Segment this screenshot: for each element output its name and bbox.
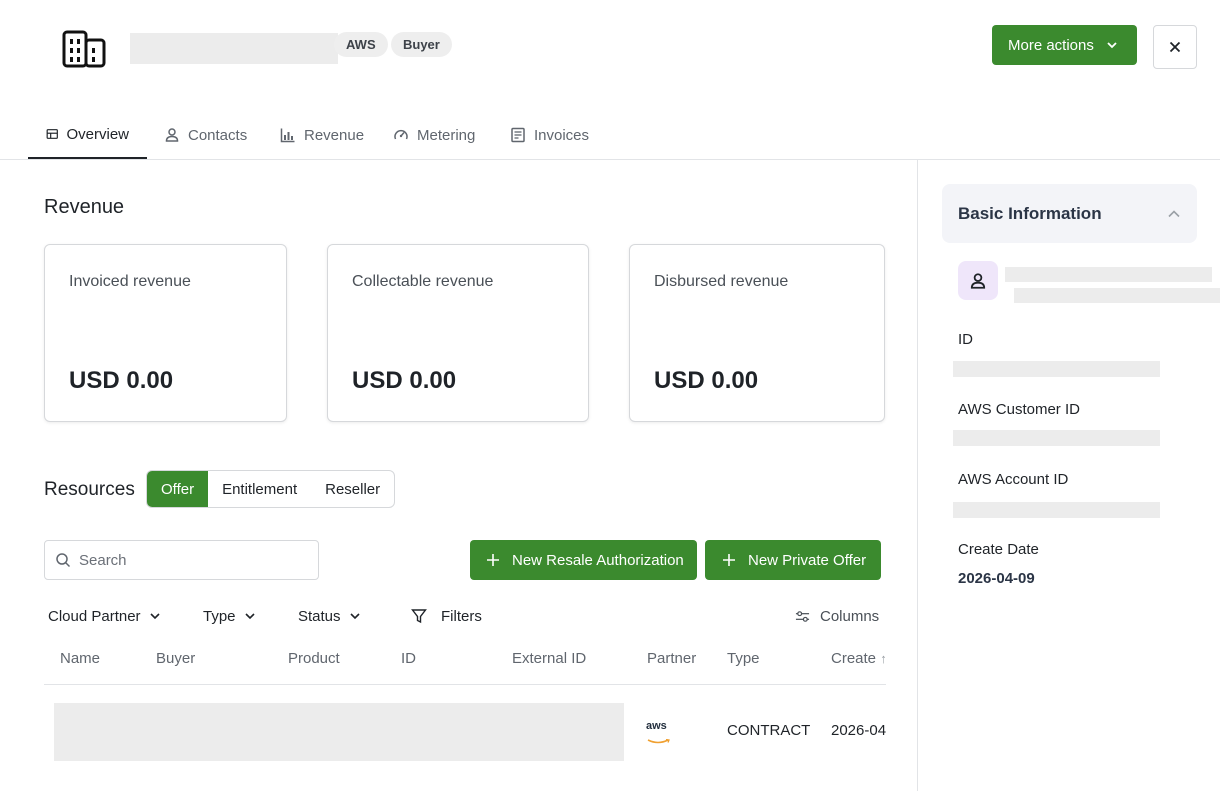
tab-metering-label: Metering: [417, 126, 476, 144]
tab-metering[interactable]: Metering: [375, 111, 493, 159]
disbursed-revenue-card: Disbursed revenue USD 0.00: [629, 244, 885, 422]
more-actions-button[interactable]: More actions: [992, 25, 1137, 65]
aws-customer-id-value-redacted: [953, 430, 1160, 446]
collectable-revenue-value: USD 0.00: [352, 367, 457, 394]
funnel-icon: [411, 609, 427, 624]
new-resale-authorization-button[interactable]: New Resale Authorization: [470, 540, 697, 580]
basic-information-header[interactable]: Basic Information: [942, 184, 1197, 243]
row-type: CONTRACT: [727, 722, 811, 739]
chevron-down-icon: [244, 613, 255, 620]
tab-overview-label: Overview: [66, 125, 129, 143]
tab-revenue-label: Revenue: [304, 126, 365, 144]
building-icon: [62, 30, 106, 68]
resource-type-switch: Offer Entitlement Reseller: [146, 470, 396, 508]
tab-contacts-label: Contacts: [188, 126, 248, 144]
tab-bar: Overview Contacts Revenue Metering Invoi…: [0, 111, 1220, 160]
tab-contacts[interactable]: Contacts: [146, 111, 265, 159]
collectable-revenue-card: Collectable revenue USD 0.00: [327, 244, 589, 422]
disbursed-revenue-value: USD 0.00: [654, 367, 759, 394]
close-button[interactable]: [1153, 25, 1197, 69]
type-filter[interactable]: Type: [203, 604, 256, 628]
chevron-up-icon: [1168, 209, 1180, 217]
resources-title: Resources: [44, 479, 135, 500]
search-icon: [56, 553, 71, 568]
chart-icon: [280, 128, 295, 143]
plus-icon: [723, 554, 735, 566]
plus-icon: [487, 554, 499, 566]
col-external-id[interactable]: External ID: [512, 650, 586, 667]
invoice-icon: [511, 127, 525, 143]
tab-revenue[interactable]: Revenue: [262, 111, 382, 159]
col-id[interactable]: ID: [401, 650, 416, 667]
gauge-icon: [394, 129, 408, 140]
sliders-icon: [795, 610, 810, 622]
columns-button[interactable]: Columns: [795, 604, 879, 628]
filters-button-label: Filters: [441, 607, 482, 625]
table-header-divider: [44, 684, 886, 685]
avatar: [958, 261, 998, 300]
new-private-offer-button[interactable]: New Private Offer: [705, 540, 881, 580]
aws-account-id-value-redacted: [953, 502, 1160, 518]
col-name[interactable]: Name: [60, 650, 100, 667]
search-input[interactable]: [79, 551, 299, 569]
status-filter-label: Status: [298, 607, 341, 625]
search-box: [44, 540, 319, 580]
basic-information-title: Basic Information: [958, 203, 1102, 223]
segment-reseller[interactable]: Reseller: [311, 471, 394, 507]
panel-divider: [917, 160, 918, 791]
col-partner[interactable]: Partner: [647, 650, 696, 667]
id-label: ID: [958, 331, 973, 348]
cloud-partner-filter[interactable]: Cloud Partner: [48, 604, 161, 628]
badge-aws: AWS: [334, 32, 388, 57]
buyer-name-redacted: [130, 33, 338, 64]
chevron-down-icon: [1107, 42, 1117, 49]
create-date-value: 2026-04-09: [958, 570, 1035, 587]
type-filter-label: Type: [203, 607, 236, 625]
cloud-partner-filter-label: Cloud Partner: [48, 607, 141, 625]
filters-button[interactable]: Filters: [411, 604, 482, 628]
create-date-label: Create Date: [958, 541, 1039, 558]
revenue-title: Revenue: [44, 196, 125, 218]
chevron-down-icon: [349, 613, 360, 620]
tab-invoices[interactable]: Invoices: [492, 111, 607, 159]
layout-icon: [46, 129, 58, 139]
contact-email-redacted: [1014, 288, 1220, 303]
segment-entitlement[interactable]: Entitlement: [208, 471, 311, 507]
tab-overview[interactable]: Overview: [28, 111, 147, 159]
segment-offer[interactable]: Offer: [147, 471, 209, 507]
invoiced-revenue-label: Invoiced revenue: [69, 273, 191, 290]
person-icon: [165, 128, 179, 142]
aws-account-id-label: AWS Account ID: [958, 471, 1069, 488]
col-create[interactable]: Create ↑: [831, 650, 886, 667]
badge-buyer: Buyer: [391, 32, 452, 57]
more-actions-label: More actions: [1008, 36, 1094, 54]
person-icon: [970, 272, 986, 289]
invoiced-revenue-card: Invoiced revenue USD 0.00: [44, 244, 287, 422]
aws-logo-icon: aws: [646, 720, 672, 744]
col-create-label: Create: [831, 650, 877, 667]
columns-button-label: Columns: [820, 607, 880, 625]
col-buyer[interactable]: Buyer: [156, 650, 195, 667]
new-private-offer-label: New Private Offer: [748, 551, 867, 569]
new-resale-authorization-label: New Resale Authorization: [512, 551, 684, 569]
sort-arrow-up-icon: ↑: [880, 651, 886, 666]
chevron-down-icon: [149, 613, 160, 620]
contact-name-redacted: [1005, 267, 1212, 282]
aws-customer-id-label: AWS Customer ID: [958, 401, 1080, 418]
collectable-revenue-label: Collectable revenue: [352, 273, 494, 290]
id-value-redacted: [953, 361, 1160, 377]
table-row-redacted-cells: [54, 703, 624, 761]
tab-invoices-label: Invoices: [534, 126, 590, 144]
row-create-date: 2026-04: [831, 722, 886, 739]
col-product[interactable]: Product: [288, 650, 340, 667]
invoiced-revenue-value: USD 0.00: [69, 367, 174, 394]
col-type[interactable]: Type: [727, 650, 760, 667]
close-icon: [1169, 41, 1181, 53]
disbursed-revenue-label: Disbursed revenue: [654, 273, 789, 290]
status-filter[interactable]: Status: [298, 604, 361, 628]
